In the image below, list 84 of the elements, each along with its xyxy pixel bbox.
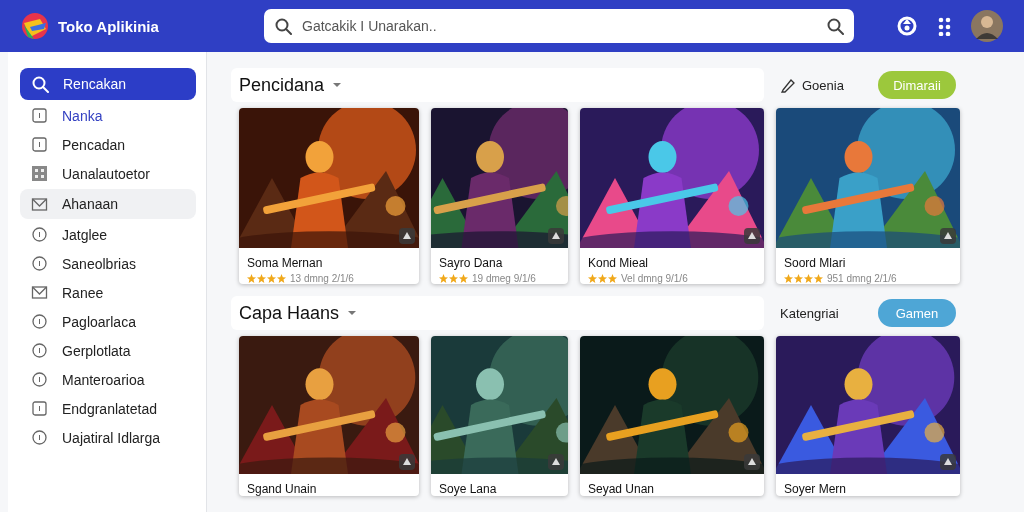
- search-input[interactable]: Gatcakik I Unarakan..: [300, 17, 818, 35]
- game-title[interactable]: Kond Mieal: [588, 256, 756, 270]
- star-icon: [784, 274, 793, 283]
- sidebar-item[interactable]: Uajatiral Idlarga: [20, 423, 196, 452]
- sidebar-item[interactable]: Saneolbrias: [20, 249, 196, 278]
- star-icon: [449, 274, 458, 283]
- grid-icon: [31, 165, 48, 182]
- game-title[interactable]: Sayro Dana: [439, 256, 560, 270]
- game-title[interactable]: Soyer Mern: [784, 482, 952, 496]
- star-icon: [459, 274, 468, 283]
- game-title[interactable]: Soye Lana: [439, 482, 560, 496]
- game-card[interactable]: Soord Mlari 951 dmng 2/1/6: [776, 108, 960, 284]
- search-icon: [274, 17, 292, 35]
- sidebar-item[interactable]: Pencadan: [20, 130, 196, 159]
- app-title: Toko Aplikinia: [58, 17, 160, 35]
- sidebar-item[interactable]: Manteroarioa: [20, 365, 196, 394]
- game-meta: 13 dmng 2/1/6: [290, 273, 354, 284]
- refresh-icon[interactable]: [896, 15, 918, 37]
- avatar-icon[interactable]: [970, 9, 1004, 43]
- game-meta: 951 dmng 2/1/6: [827, 273, 897, 284]
- star-icon: [588, 274, 597, 283]
- star-icon: [277, 274, 286, 283]
- badge-icon: [399, 228, 415, 244]
- star-icon: [804, 274, 813, 283]
- sidebar-item[interactable]: Nanka: [20, 101, 196, 130]
- star-icon: [598, 274, 607, 283]
- circle-icon: [31, 226, 48, 243]
- search-icon: [31, 75, 49, 93]
- game-card[interactable]: Sgand Unain: [239, 336, 419, 496]
- game-card[interactable]: Soye Lana: [431, 336, 568, 496]
- search-icon[interactable]: [826, 17, 844, 35]
- sidebar-item[interactable]: Jatglee: [20, 220, 196, 249]
- game-title[interactable]: Seyad Unan: [588, 482, 756, 496]
- square-icon: [31, 400, 48, 417]
- apps-menu-icon[interactable]: [936, 16, 952, 36]
- sidebar-item[interactable]: Endgranlatetad: [20, 394, 196, 423]
- circle-icon: [31, 342, 48, 359]
- game-meta: 19 dmeg 9/1/6: [472, 273, 536, 284]
- star-icon: [608, 274, 617, 283]
- star-icon: [267, 274, 276, 283]
- envelope-icon: [31, 284, 48, 301]
- badge-icon: [940, 228, 956, 244]
- game-title[interactable]: Soord Mlari: [784, 256, 952, 270]
- circle-icon: [31, 313, 48, 330]
- logo-icon: [20, 11, 50, 41]
- badge-icon: [940, 454, 956, 470]
- sidebar-item[interactable]: Gerplotlata: [20, 336, 196, 365]
- badge-icon: [548, 228, 564, 244]
- star-icon: [814, 274, 823, 283]
- square-icon: [31, 107, 48, 124]
- pencil-icon: [780, 77, 796, 93]
- star-icon: [439, 274, 448, 283]
- game-meta: Vel dmng 9/1/6: [621, 273, 688, 284]
- sidebar-item[interactable]: Uanalautoetor: [20, 159, 196, 188]
- search-field[interactable]: Gatcakik I Unarakan..: [264, 9, 854, 43]
- star-icon: [247, 274, 256, 283]
- game-card[interactable]: Soma Mernan 13 dmng 2/1/6: [239, 108, 419, 284]
- badge-icon: [744, 228, 760, 244]
- game-card[interactable]: Seyad Unan: [580, 336, 764, 496]
- badge-icon: [399, 454, 415, 470]
- square-icon: [31, 136, 48, 153]
- star-icon: [794, 274, 803, 283]
- sidebar-item[interactable]: Rencakan: [20, 68, 196, 100]
- envelope-icon: [31, 195, 48, 213]
- sidebar-item[interactable]: Ranee: [20, 278, 196, 307]
- game-card[interactable]: Sayro Dana 19 dmeg 9/1/6: [431, 108, 568, 284]
- game-card[interactable]: Soyer Mern: [776, 336, 960, 496]
- star-icon: [257, 274, 266, 283]
- game-title[interactable]: Soma Mernan: [247, 256, 411, 270]
- circle-icon: [31, 371, 48, 388]
- section-title: Capa Haans: [239, 302, 340, 324]
- circle-icon: [31, 429, 48, 446]
- section-title: Pencidana: [239, 74, 325, 96]
- side-label: Katengriai: [780, 305, 839, 321]
- sidebar-item[interactable]: Pagloarlaca: [20, 307, 196, 336]
- circle-icon: [31, 255, 48, 272]
- caret-icon[interactable]: [347, 310, 358, 316]
- sidebar-item[interactable]: Ahanaan: [20, 189, 196, 219]
- side-label: Goenia: [802, 77, 844, 93]
- caret-icon[interactable]: [332, 82, 343, 88]
- badge-icon: [744, 454, 760, 470]
- badge-icon: [548, 454, 564, 470]
- game-title[interactable]: Sgand Unain: [247, 482, 411, 496]
- game-card[interactable]: Kond Mieal Vel dmng 9/1/6: [580, 108, 764, 284]
